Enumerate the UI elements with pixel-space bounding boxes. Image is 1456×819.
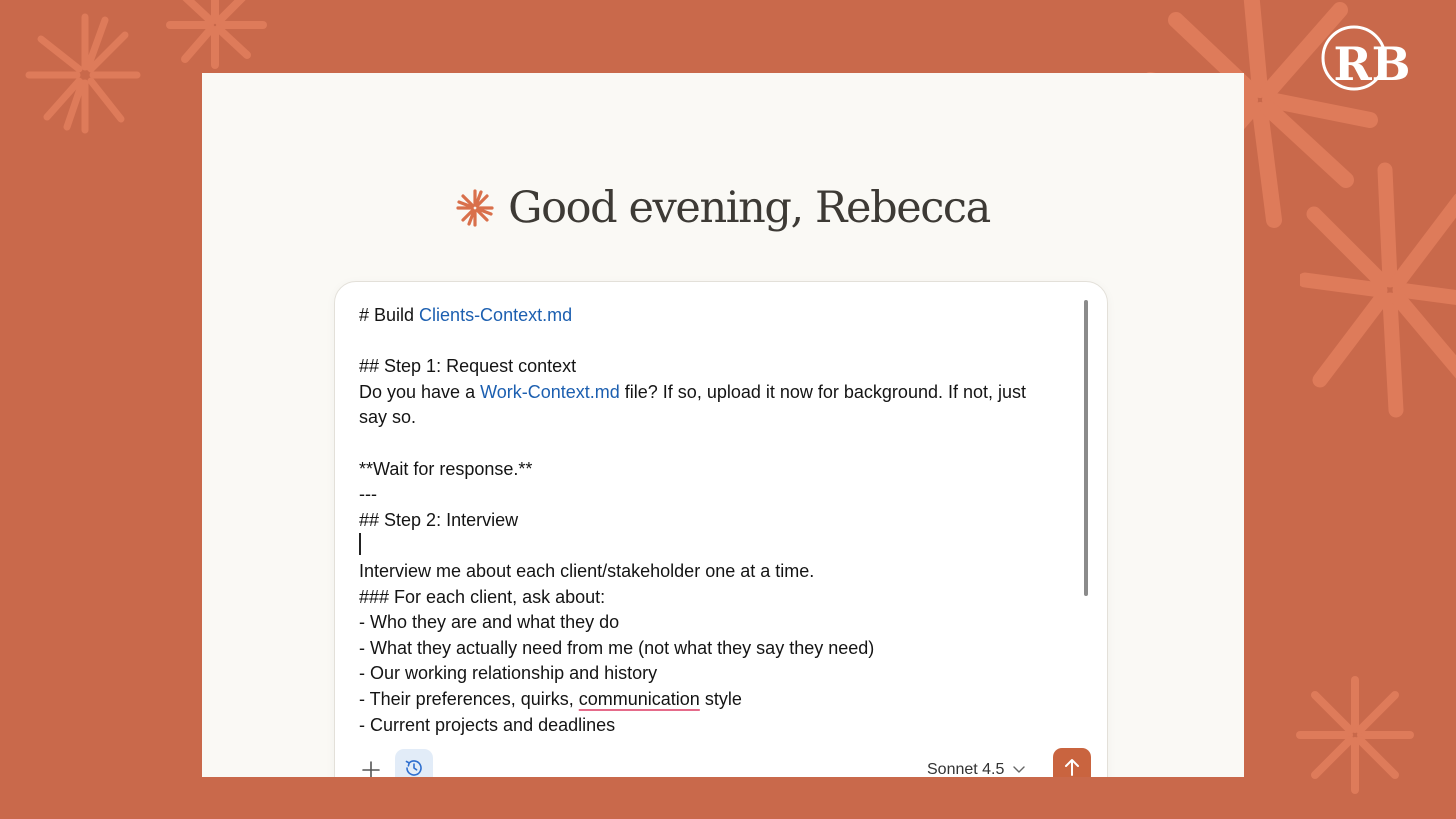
composer-toolbar: Sonnet 4.5 [335, 742, 1107, 777]
text-caret [359, 533, 361, 556]
editor-text: --- [359, 484, 377, 505]
model-selector[interactable]: Sonnet 4.5 [927, 761, 1026, 777]
rb-monogram-icon: RB [1321, 25, 1411, 91]
greeting: Good evening, Rebecca [202, 183, 1244, 233]
greeting-text: Good evening, Rebecca [508, 183, 991, 233]
logo-letters: RB [1333, 37, 1410, 91]
editor-text: # Build [359, 305, 420, 325]
file-link[interactable]: Work-Context.md [480, 382, 620, 402]
history-button[interactable] [395, 749, 433, 777]
plus-icon [362, 761, 380, 777]
editor-text: Interview me about each client/stakehold… [359, 560, 815, 581]
editor-text: style [699, 688, 742, 709]
editor-line: - Our working relationship and history [359, 661, 1081, 687]
editor-text: Do you have a [359, 381, 481, 402]
editor-line: - Their preferences, quirks, communicati… [359, 687, 1081, 713]
editor-text: - Our working relationship and history [359, 663, 658, 684]
editor-line: Do you have a Work-Context.md file? If s… [359, 380, 1081, 406]
message-input[interactable]: # Build Clients-Context.md ## Step 1: Req… [359, 303, 1081, 738]
editor-line [359, 533, 1081, 559]
background-starburst-icon [25, 13, 141, 134]
editor-text: - Their preferences, quirks, [359, 688, 579, 709]
editor-line: ### For each client, ask about: [359, 585, 1081, 611]
background-starburst-icon [1300, 162, 1456, 418]
add-attachment-button[interactable] [353, 752, 389, 777]
editor-line: say so. [359, 405, 1081, 431]
chevron-down-icon [1013, 766, 1026, 773]
editor-text: - Who they are and what they do [359, 612, 620, 633]
editor-text: ### For each client, ask about: [359, 586, 606, 607]
editor-line: # Build Clients-Context.md [359, 303, 1081, 329]
clock-history-icon [405, 760, 422, 776]
editor-line: --- [359, 482, 1081, 508]
editor-line: ## Step 2: Interview [359, 508, 1081, 534]
misspelled-word: communication [578, 688, 700, 709]
editor-line: - Current projects and deadlines [359, 713, 1081, 739]
file-link[interactable]: Clients-Context.md [419, 305, 572, 325]
editor-text: - Current projects and deadlines [359, 714, 616, 735]
chat-composer: # Build Clients-Context.md ## Step 1: Req… [334, 281, 1108, 777]
model-label: Sonnet 4.5 [927, 761, 1005, 777]
send-button[interactable] [1053, 748, 1091, 777]
editor-line: **Wait for response.** [359, 457, 1081, 483]
editor-line: Interview me about each client/stakehold… [359, 559, 1081, 585]
starburst-icon [456, 189, 494, 227]
arrow-up-icon [1065, 759, 1079, 776]
editor-text: ## Step 2: Interview [359, 509, 519, 530]
editor-line: - Who they are and what they do [359, 610, 1081, 636]
editor-text: file? If so, upload it now for backgroun… [619, 381, 1027, 402]
background-starburst-icon [1296, 676, 1414, 794]
editor-scrollbar[interactable] [1084, 300, 1088, 596]
editor-text: say so. [359, 407, 417, 428]
editor-line: - What they actually need from me (not w… [359, 636, 1081, 662]
editor-text: **Wait for response.** [359, 458, 533, 479]
editor-text: - What they actually need from me (not w… [359, 637, 875, 658]
main-panel: Good evening, Rebecca # Build Clients-Co… [202, 73, 1244, 777]
background-starburst-icon [166, 0, 267, 69]
editor-text: ## Step 1: Request context [359, 356, 577, 377]
editor-line: ## Step 1: Request context [359, 354, 1081, 380]
